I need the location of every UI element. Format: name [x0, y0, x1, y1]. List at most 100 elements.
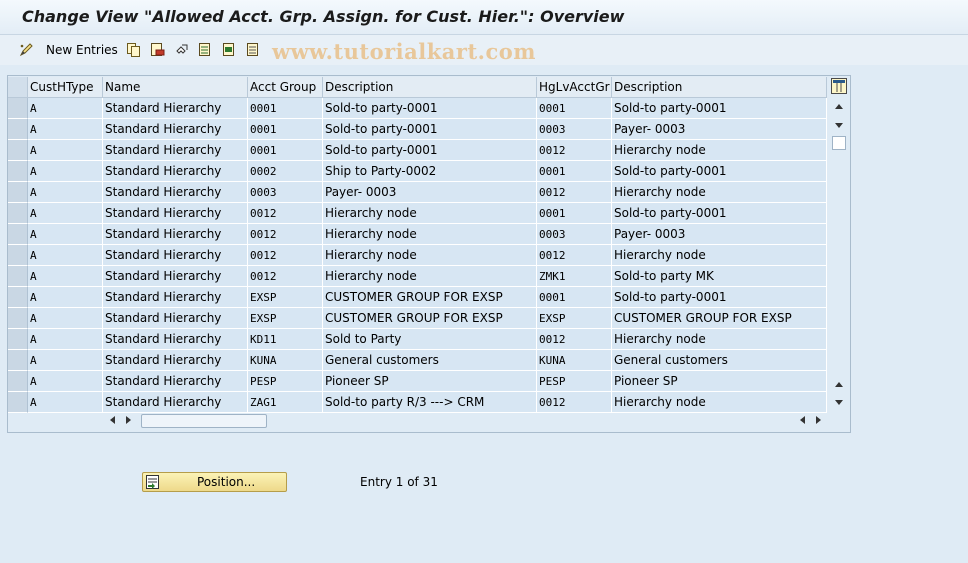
cell-custhtype[interactable]: A [28, 371, 103, 392]
row-select-handle[interactable] [8, 371, 28, 392]
cell-hglv-description[interactable]: Sold-to party-0001 [612, 98, 827, 119]
cell-name[interactable]: Standard Hierarchy [103, 119, 248, 140]
column-header[interactable]: Acct Group [248, 77, 323, 98]
delete-icon[interactable] [150, 42, 165, 57]
cell-custhtype[interactable]: A [28, 119, 103, 140]
row-select-handle[interactable] [8, 308, 28, 329]
vertical-scrollbar[interactable] [830, 98, 848, 410]
table-row[interactable]: A Standard Hierarchy EXSP CUSTOMER GROUP FO… [8, 287, 827, 308]
row-select-handle[interactable] [8, 161, 28, 182]
row-select-handle[interactable] [8, 350, 28, 371]
table-row[interactable]: A Standard Hierarchy 0012 Hierarchy node ZMK… [8, 266, 827, 287]
cell-name[interactable]: Standard Hierarchy [103, 371, 248, 392]
horizontal-scroll-thumb[interactable] [141, 414, 267, 428]
cell-custhtype[interactable]: A [28, 203, 103, 224]
cell-hglv-acctgr[interactable]: 0012 [537, 182, 612, 203]
cell-hglv-acctgr[interactable]: 0001 [537, 161, 612, 182]
scroll-left-arrow-icon[interactable] [110, 416, 115, 424]
cell-custhtype[interactable]: A [28, 182, 103, 203]
cell-description[interactable]: Ship to Party-0002 [323, 161, 537, 182]
column-header[interactable]: HgLvAcctGr [537, 77, 612, 98]
cell-acct-group[interactable]: KD11 [248, 329, 323, 350]
table-row[interactable]: A Standard Hierarchy 0012 Hierarchy node 001… [8, 245, 827, 266]
cell-description[interactable]: CUSTOMER GROUP FOR EXSP [323, 287, 537, 308]
cell-custhtype[interactable]: A [28, 161, 103, 182]
cell-custhtype[interactable]: A [28, 140, 103, 161]
row-select-handle[interactable] [8, 203, 28, 224]
cell-description[interactable]: Sold-to party-0001 [323, 98, 537, 119]
cell-hglv-acctgr[interactable]: KUNA [537, 350, 612, 371]
cell-name[interactable]: Standard Hierarchy [103, 161, 248, 182]
cell-description[interactable]: Sold-to party R/3 ---> CRM [323, 392, 537, 413]
scroll-thumb[interactable] [832, 136, 846, 150]
cell-custhtype[interactable]: A [28, 287, 103, 308]
cell-description[interactable]: Hierarchy node [323, 203, 537, 224]
cell-description[interactable]: Sold-to party-0001 [323, 140, 537, 161]
table-row[interactable]: A Standard Hierarchy 0001 Sold-to party-000… [8, 140, 827, 161]
scroll-right-arrow-icon[interactable] [126, 416, 131, 424]
cell-hglv-description[interactable]: Payer- 0003 [612, 224, 827, 245]
cell-custhtype[interactable]: A [28, 266, 103, 287]
row-select-handle[interactable] [8, 329, 28, 350]
select-block-icon[interactable] [222, 42, 237, 57]
column-header[interactable]: Description [612, 77, 827, 98]
cell-acct-group[interactable]: 0001 [248, 98, 323, 119]
edit-toggle-icon[interactable] [19, 42, 34, 57]
cell-hglv-description[interactable]: Pioneer SP [612, 371, 827, 392]
cell-hglv-acctgr[interactable]: 0001 [537, 287, 612, 308]
cell-hglv-description[interactable]: Payer- 0003 [612, 119, 827, 140]
cell-hglv-acctgr[interactable]: 0001 [537, 203, 612, 224]
cell-hglv-description[interactable]: Hierarchy node [612, 329, 827, 350]
cell-acct-group[interactable]: 0012 [248, 203, 323, 224]
cell-custhtype[interactable]: A [28, 350, 103, 371]
cell-name[interactable]: Standard Hierarchy [103, 98, 248, 119]
cell-hglv-acctgr[interactable]: 0003 [537, 224, 612, 245]
select-all-icon[interactable] [198, 42, 213, 57]
table-row[interactable]: A Standard Hierarchy 0012 Hierarchy node 000… [8, 224, 827, 245]
undo-icon[interactable] [174, 42, 189, 57]
cell-acct-group[interactable]: 0002 [248, 161, 323, 182]
cell-custhtype[interactable]: A [28, 98, 103, 119]
cell-hglv-acctgr[interactable]: ZMK1 [537, 266, 612, 287]
cell-acct-group[interactable]: KUNA [248, 350, 323, 371]
row-select-handle[interactable] [8, 140, 28, 161]
cell-name[interactable]: Standard Hierarchy [103, 350, 248, 371]
cell-acct-group[interactable]: 0001 [248, 119, 323, 140]
cell-hglv-acctgr[interactable]: 0012 [537, 245, 612, 266]
scroll-far-left-arrow-icon[interactable] [800, 416, 805, 424]
cell-hglv-description[interactable]: General customers [612, 350, 827, 371]
scroll-down-arrow-icon[interactable] [835, 123, 843, 128]
scroll-up-arrow-icon[interactable] [835, 104, 843, 109]
cell-description[interactable]: Hierarchy node [323, 224, 537, 245]
cell-name[interactable]: Standard Hierarchy [103, 182, 248, 203]
row-select-handle[interactable] [8, 392, 28, 413]
cell-hglv-description[interactable]: Sold-to party-0001 [612, 203, 827, 224]
cell-acct-group[interactable]: PESP [248, 371, 323, 392]
cell-hglv-acctgr[interactable]: 0001 [537, 98, 612, 119]
cell-hglv-acctgr[interactable]: 0003 [537, 119, 612, 140]
cell-acct-group[interactable]: EXSP [248, 308, 323, 329]
cell-hglv-acctgr[interactable]: 0012 [537, 392, 612, 413]
row-select-handle[interactable] [8, 182, 28, 203]
cell-name[interactable]: Standard Hierarchy [103, 140, 248, 161]
table-row[interactable]: A Standard Hierarchy 0002 Ship to Party-000… [8, 161, 827, 182]
cell-hglv-description[interactable]: CUSTOMER GROUP FOR EXSP [612, 308, 827, 329]
cell-hglv-acctgr[interactable]: EXSP [537, 308, 612, 329]
table-row[interactable]: A Standard Hierarchy 0001 Sold-to party-000… [8, 119, 827, 140]
scroll-far-right-arrow-icon[interactable] [816, 416, 821, 424]
cell-acct-group[interactable]: 0001 [248, 140, 323, 161]
cell-description[interactable]: Hierarchy node [323, 245, 537, 266]
cell-name[interactable]: Standard Hierarchy [103, 266, 248, 287]
table-row[interactable]: A Standard Hierarchy KD11 Sold to Party 0012… [8, 329, 827, 350]
cell-acct-group[interactable]: 0012 [248, 245, 323, 266]
cell-name[interactable]: Standard Hierarchy [103, 287, 248, 308]
cell-hglv-description[interactable]: Sold-to party-0001 [612, 287, 827, 308]
new-entries-button[interactable]: New Entries [46, 41, 118, 59]
column-header[interactable]: Description [323, 77, 537, 98]
table-row[interactable]: A Standard Hierarchy EXSP CUSTOMER GROUP FO… [8, 308, 827, 329]
table-row[interactable]: A Standard Hierarchy 0003 Payer- 0003 0012 Hi… [8, 182, 827, 203]
cell-custhtype[interactable]: A [28, 392, 103, 413]
cell-hglv-description[interactable]: Hierarchy node [612, 140, 827, 161]
column-header[interactable]: Name [103, 77, 248, 98]
row-select-handle[interactable] [8, 266, 28, 287]
